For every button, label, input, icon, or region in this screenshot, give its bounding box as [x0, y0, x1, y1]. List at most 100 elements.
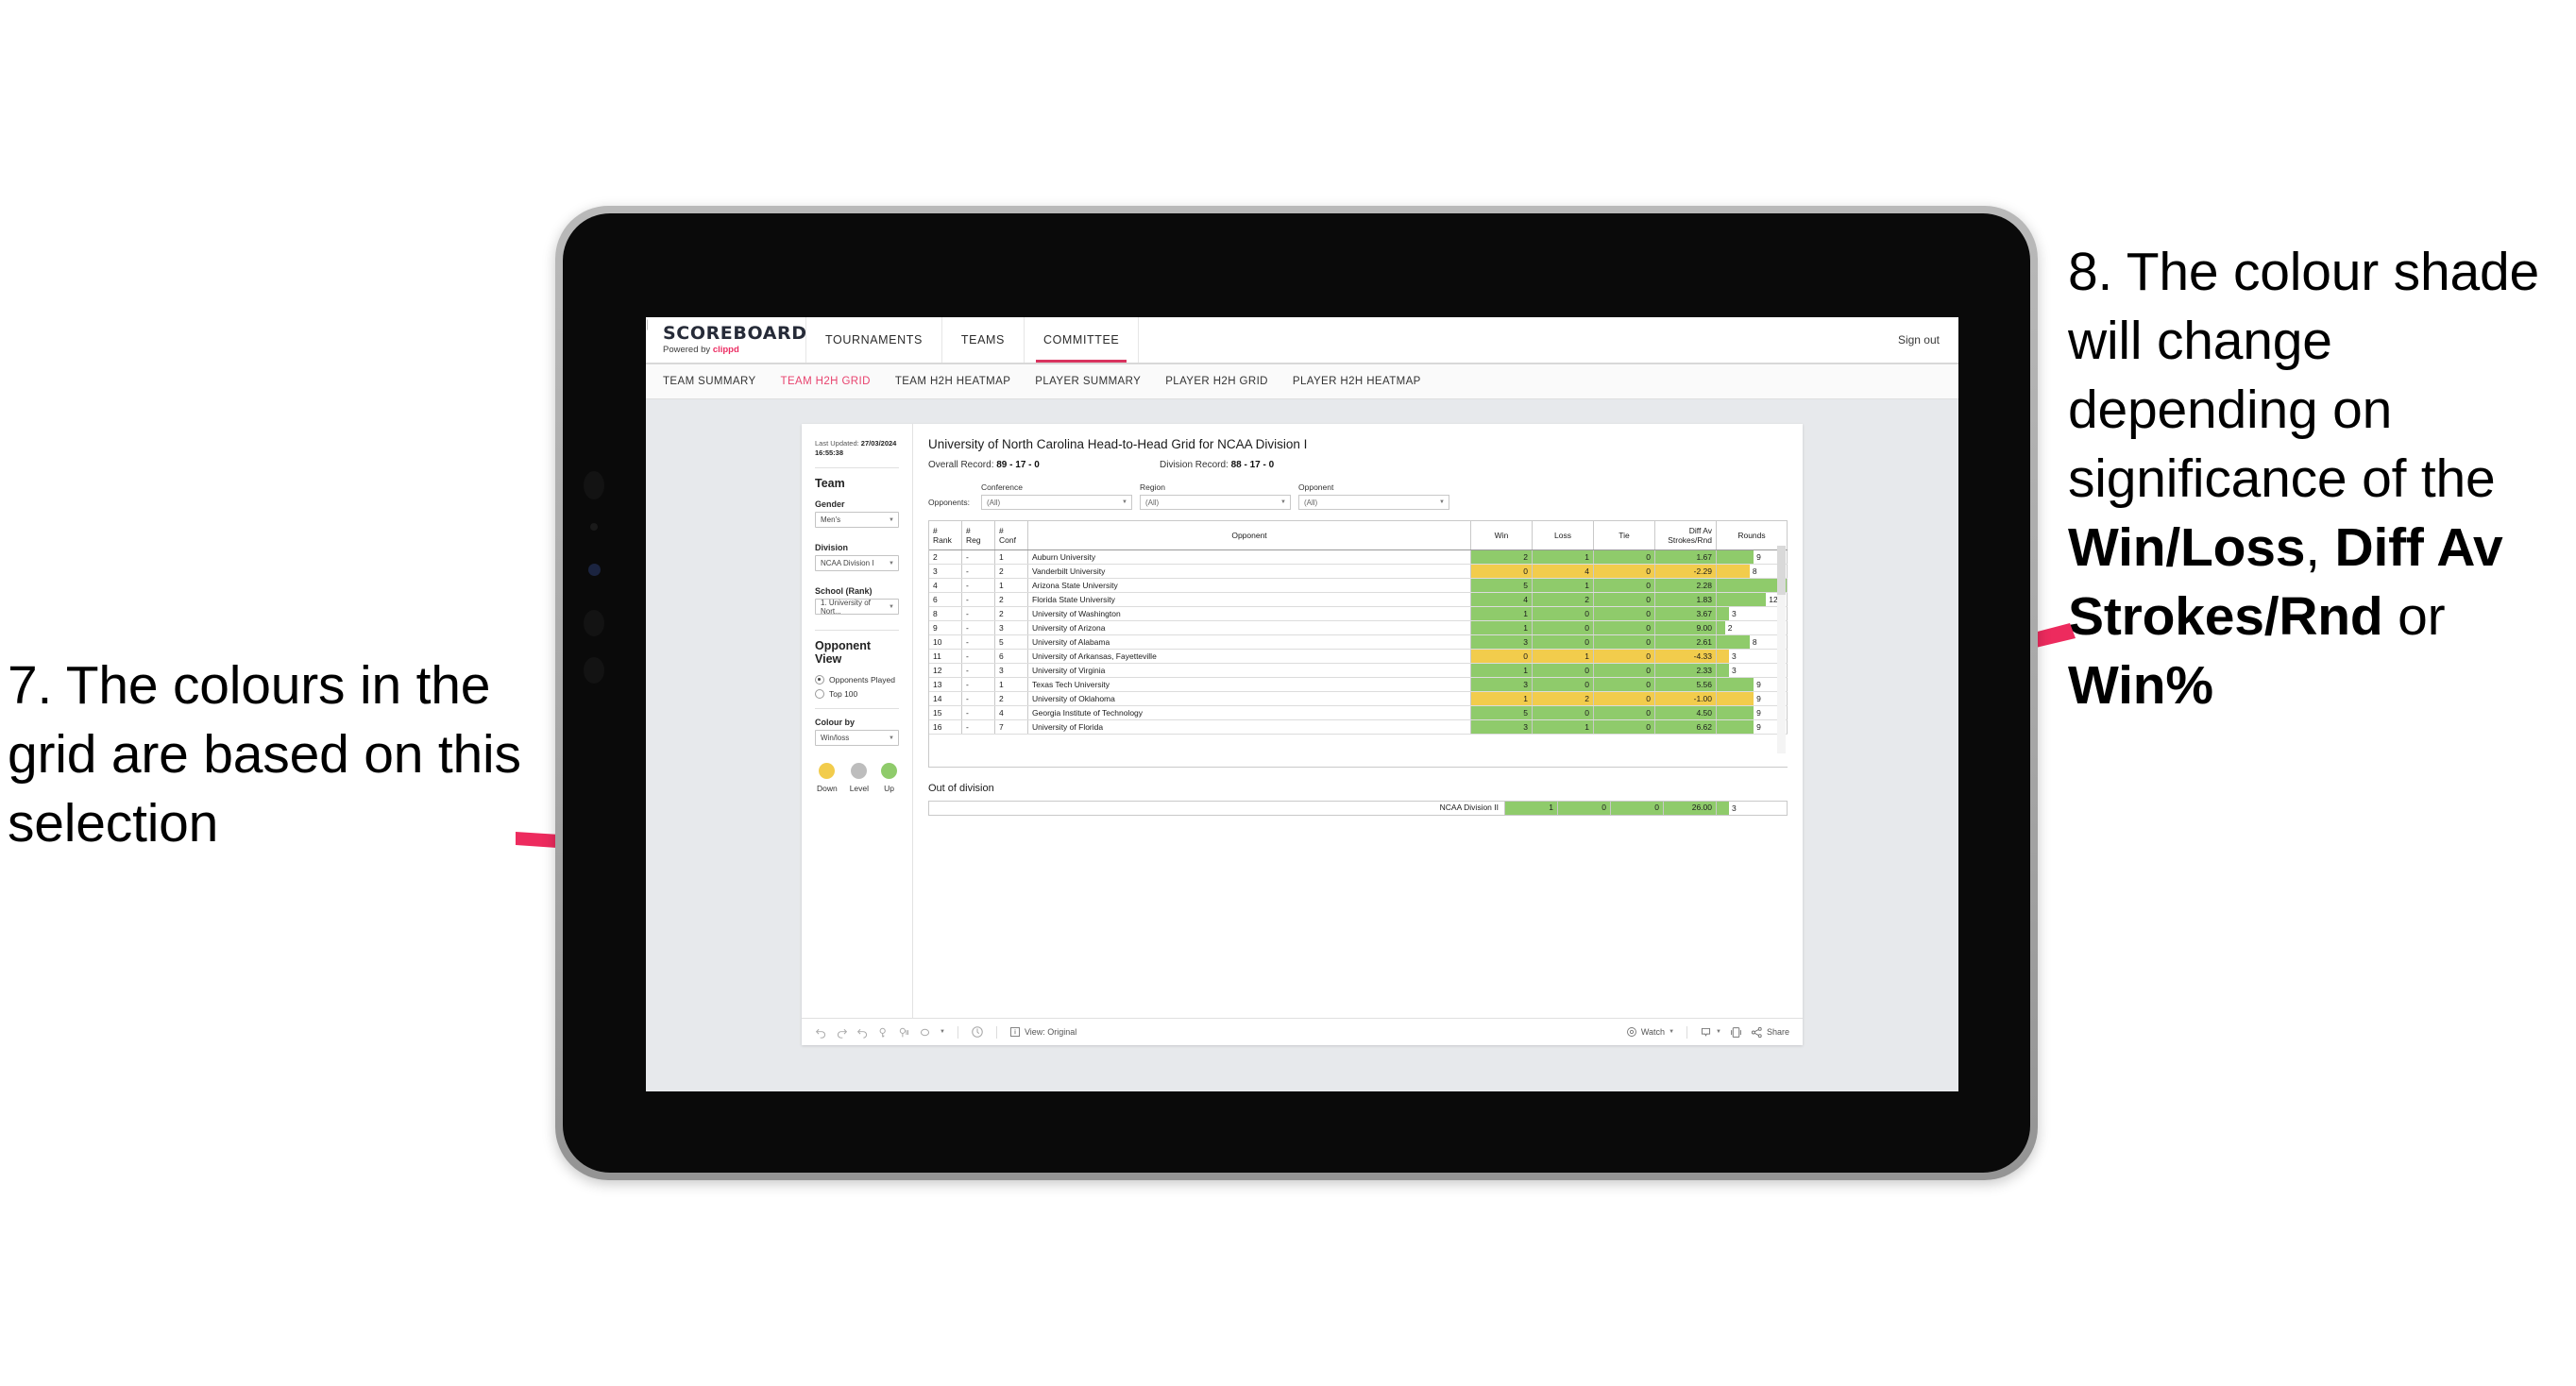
cell-loss: 1 [1532, 578, 1594, 594]
header-diff-line2: Strokes/Rnd [1668, 535, 1712, 546]
rounds-value: 9 [1756, 694, 1761, 704]
divider [1686, 1025, 1688, 1039]
flow-icon[interactable] [919, 1026, 931, 1039]
legend-dot-level [851, 763, 868, 780]
cell-opponent: University of Arizona [1027, 620, 1471, 636]
scrollbar-thumb[interactable] [1777, 546, 1786, 595]
watch-label: Watch [1640, 1027, 1666, 1037]
radio-opponents-played[interactable]: Opponents Played [815, 675, 899, 685]
subnav-item-player-summary[interactable]: PLAYER SUMMARY [1035, 376, 1141, 387]
header-win: Win [1470, 521, 1533, 551]
divider [995, 1025, 997, 1039]
opponents-label: Opponents: [928, 498, 970, 507]
device-preview-icon[interactable] [1730, 1026, 1742, 1039]
cell-diff: -4.33 [1654, 649, 1717, 665]
rounds-bar [1717, 550, 1754, 565]
cell-tie: 0 [1593, 705, 1655, 721]
topnav-spacer [1139, 317, 1898, 363]
table-row[interactable]: 4-1Arizona State University5102.2817 [929, 578, 1788, 594]
tablet-sensor-icon [590, 523, 598, 531]
cell-win: 1 [1470, 620, 1533, 636]
table-row[interactable]: 13-1 Texas Tech University 3 0 0 5.56 9 [929, 677, 1788, 693]
table-vertical-scrollbar[interactable] [1777, 546, 1786, 753]
out-of-division-row: NCAA Division II 1 0 0 26.00 3 [928, 801, 1788, 816]
cell-conf: 2 [994, 691, 1028, 707]
divider [815, 467, 899, 469]
division-select[interactable]: NCAA Division I ▼ [815, 555, 899, 572]
cell-diff: 9.00 [1654, 620, 1717, 636]
last-updated: Last Updated: 27/03/2024 16:55:38 [815, 439, 899, 458]
table-row[interactable]: 12-3 University of Virginia 1 0 0 2.33 3 [929, 663, 1788, 679]
rounds-value: 17 [1787, 579, 1788, 592]
sign-out-link[interactable]: Sign out [1898, 333, 1940, 346]
filter-sidebar: Last Updated: 27/03/2024 16:55:38 Team G… [802, 424, 913, 1018]
sign-out-area[interactable]: | Sign out [646, 317, 1958, 363]
region-select[interactable]: (All) ▼ [1140, 495, 1291, 510]
table-row[interactable]: 3-2 Vanderbilt University 0 4 0 -2.29 8 [929, 564, 1788, 580]
subnav-item-team-h2h-heatmap[interactable]: TEAM H2H HEATMAP [895, 376, 1010, 387]
colour-by-select[interactable]: Win/loss ▼ [815, 730, 899, 747]
view-original-button[interactable]: View: Original [1009, 1026, 1076, 1038]
cell-rank: 13 [929, 677, 962, 693]
gender-value: Men's [821, 516, 841, 525]
division-record: Division Record: 88 - 17 - 0 [1160, 460, 1391, 470]
topnav-item-teams[interactable]: TEAMS [942, 317, 1025, 363]
header-reg-line1: # [966, 526, 971, 535]
table-row[interactable]: 8-2 University of Washington 1 0 0 3.67 3 [929, 606, 1788, 622]
rounds-value: 8 [1752, 566, 1757, 577]
conference-value: (All) [987, 498, 1001, 507]
cell-reg: - [961, 691, 995, 707]
radio-unselected-icon [815, 689, 824, 700]
subnav-item-team-h2h-grid[interactable]: TEAM H2H GRID [781, 376, 871, 387]
pause-icon[interactable] [898, 1026, 910, 1039]
table-row[interactable]: 16-7 University of Florida 3 1 0 6.62 9 [929, 719, 1788, 735]
annotation-7-text: 7. The colours in the grid are based on … [8, 655, 521, 854]
table-row[interactable]: 6-2 Florida State University 4 2 0 1.83 12 [929, 592, 1788, 608]
table-row[interactable]: 14-2 University of Oklahoma 1 2 0 -1.00 9 [929, 691, 1788, 707]
cell-opponent: Florida State University [1027, 592, 1471, 608]
app-logo[interactable]: SCOREBOARD Powered by clippd [646, 317, 806, 363]
cell-opponent: University of Alabama [1027, 634, 1471, 651]
last-updated-label: Last Updated: [815, 439, 861, 448]
subnav-item-player-h2h-grid[interactable]: PLAYER H2H GRID [1165, 376, 1268, 387]
gender-select[interactable]: Men's ▼ [815, 512, 899, 529]
share-button[interactable]: Share [1751, 1026, 1789, 1039]
cell-rank: 6 [929, 592, 962, 608]
subnav-item-player-h2h-heatmap[interactable]: PLAYER H2H HEATMAP [1293, 376, 1421, 387]
view-original-label: View: Original [1024, 1027, 1077, 1037]
school-rank-select[interactable]: 1. University of Nort... ▼ [815, 599, 899, 616]
redo-icon[interactable] [836, 1026, 848, 1039]
rounds-value: 9 [1756, 722, 1761, 733]
chevron-down-icon[interactable]: ▼ [940, 1029, 945, 1035]
cell-diff: 1.67 [1654, 549, 1717, 566]
rounds-bar [1717, 579, 1787, 593]
cell-conf: 2 [994, 592, 1028, 608]
table-row[interactable]: 10-5 University of Alabama 3 0 0 2.61 8 [929, 634, 1788, 651]
alerts-icon[interactable] [971, 1025, 984, 1039]
cell-conf: 1 [994, 677, 1028, 693]
cell-tie: 0 [1593, 719, 1655, 735]
table-row[interactable]: 9-3 University of Arizona 1 0 0 9.00 2 [929, 620, 1788, 636]
conference-select[interactable]: (All) ▼ [981, 495, 1132, 510]
cell-diff: 2.33 [1654, 663, 1717, 679]
subnav-item-team-summary[interactable]: TEAM SUMMARY [663, 376, 756, 387]
cell-opponent: Texas Tech University [1027, 677, 1471, 693]
cell-opponent: University of Oklahoma [1027, 691, 1471, 707]
topnav-item-committee[interactable]: COMMITTEE [1025, 317, 1140, 363]
radio-top-100[interactable]: Top 100 [815, 689, 899, 700]
table-row[interactable]: 2-1 Auburn University 2 1 0 1.67 9 [929, 549, 1788, 566]
download-button[interactable]: ▼ [1700, 1026, 1721, 1039]
view-icon [1010, 1027, 1020, 1037]
viz-toolbar: ▼ View: Original Watch ▼ ▼ Share [802, 1018, 1803, 1045]
chevron-down-icon: ▼ [1439, 499, 1445, 505]
topnav-item-tournaments[interactable]: TOURNAMENTS [806, 317, 942, 363]
revert-icon[interactable] [856, 1026, 869, 1039]
table-row[interactable]: 15-4 Georgia Institute of Technology 5 0 0 4.… [929, 705, 1788, 721]
table-row[interactable]: 11-6 University of Arkansas, Fayetteville… [929, 649, 1788, 665]
sub-navigation-bar: TEAM SUMMARY TEAM H2H GRID TEAM H2H HEAT… [646, 364, 1958, 399]
undo-icon[interactable] [815, 1026, 827, 1039]
refresh-icon[interactable] [877, 1026, 890, 1039]
watch-button[interactable]: Watch ▼ [1626, 1026, 1674, 1038]
clippd-brand: clippd [712, 345, 739, 356]
opponent-select[interactable]: (All) ▼ [1298, 495, 1449, 510]
